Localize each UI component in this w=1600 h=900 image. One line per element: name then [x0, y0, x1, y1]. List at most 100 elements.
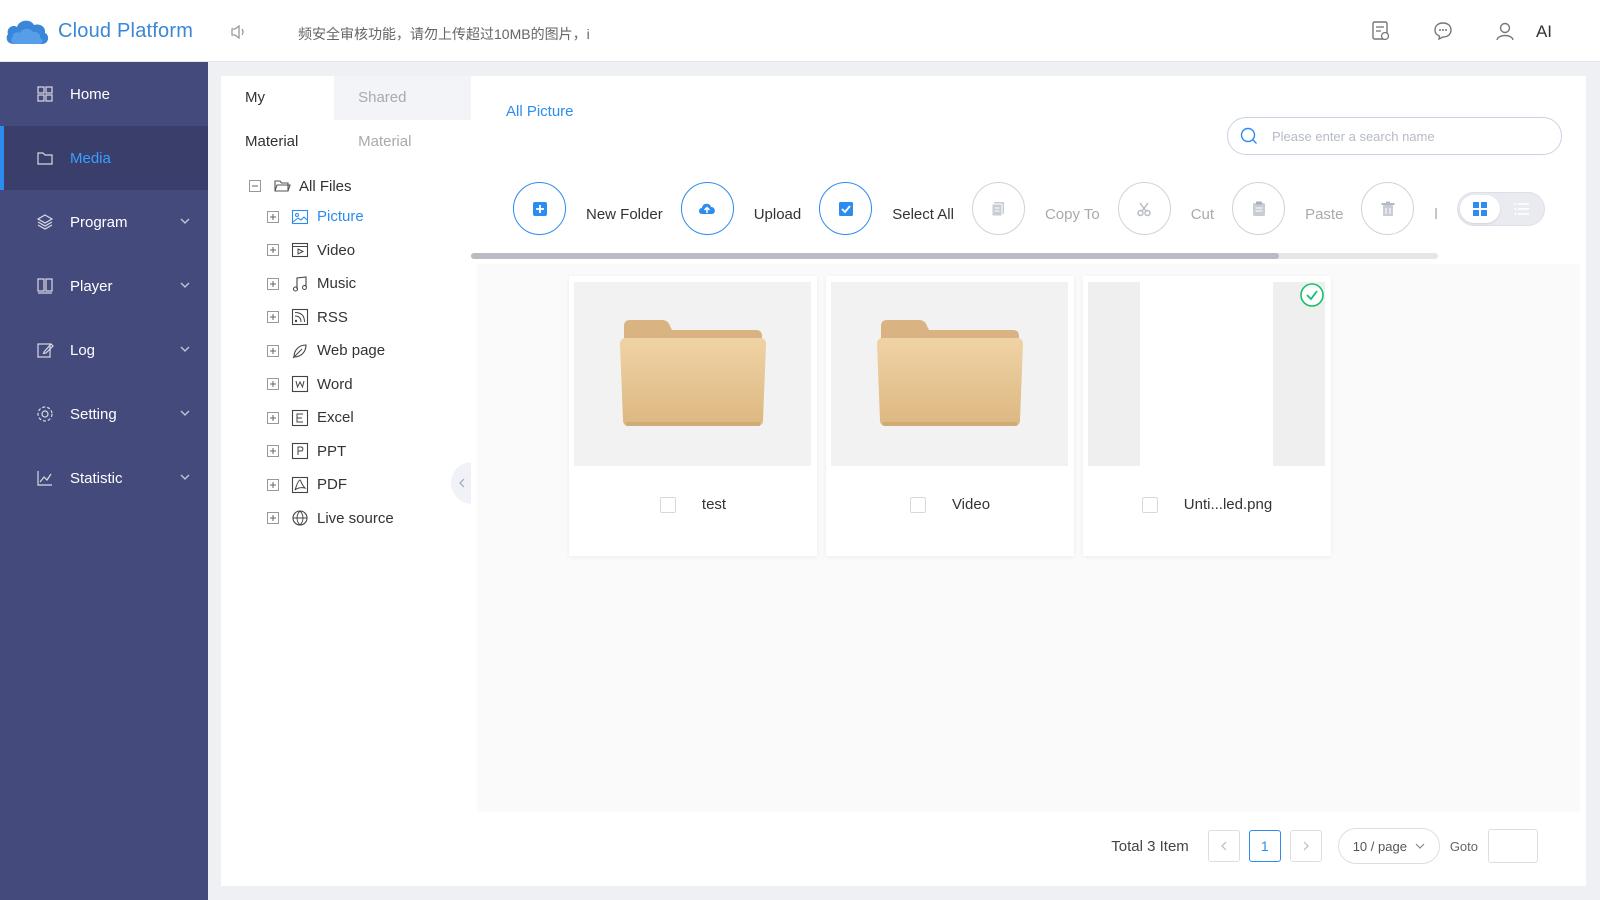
expand-icon[interactable] [267, 344, 279, 357]
expand-icon[interactable] [267, 210, 279, 223]
tree-node-label: RSS [317, 308, 348, 326]
speaker-icon [230, 24, 248, 40]
chevron-left-icon [459, 478, 465, 488]
top-header: Cloud Platform 频安全审核功能，请勿上传超过10MB的图片，i A… [0, 0, 1600, 62]
horizontal-scrollbar[interactable] [471, 253, 1438, 259]
expand-icon[interactable] [267, 378, 279, 391]
tree-node-label: PDF [317, 476, 347, 494]
tab-my-material[interactable]: My Material [221, 76, 335, 150]
main-panel: All Picture New Folder Upload Select All [471, 76, 1586, 886]
upload-circle[interactable] [680, 182, 734, 235]
collapse-icon[interactable] [249, 180, 261, 192]
message-icon[interactable] [1432, 20, 1454, 42]
select-all-button[interactable]: Select All [819, 182, 954, 235]
tree-root[interactable]: All Files [249, 172, 394, 200]
tree-node-live-source[interactable]: Live source [267, 502, 394, 536]
new-folder-button[interactable]: New Folder [513, 182, 663, 235]
search-box[interactable] [1227, 117, 1562, 155]
copy-to-button[interactable]: Copy To [971, 182, 1100, 235]
chevron-right-icon [1303, 841, 1309, 851]
card-thumbnail[interactable] [1088, 282, 1325, 466]
search-input[interactable] [1272, 128, 1532, 144]
sidebar-item-log[interactable]: Log [0, 318, 208, 382]
card-thumbnail[interactable] [831, 282, 1068, 466]
material-card-video[interactable]: Video [826, 276, 1074, 556]
sidebar-item-media[interactable]: Media [0, 126, 208, 190]
selected-check-icon[interactable] [1299, 282, 1325, 308]
sidebar-item-player[interactable]: Player [0, 254, 208, 318]
tree-node-label: Excel [317, 409, 354, 427]
user-name[interactable]: AI [1536, 22, 1552, 42]
sidebar-item-home[interactable]: Home [0, 62, 208, 126]
cut-label: Cut [1190, 206, 1215, 223]
card-name: test [701, 496, 727, 513]
tree-node-label: Word [317, 375, 353, 393]
card-checkbox[interactable] [909, 496, 926, 513]
paste-button[interactable]: Paste [1232, 182, 1343, 235]
tree-node-web-page[interactable]: Web page [267, 334, 394, 368]
expand-icon[interactable] [267, 478, 279, 491]
user-icon[interactable] [1494, 20, 1516, 42]
material-card-image[interactable]: Unti...led.png [1083, 276, 1331, 556]
tab-shared-material[interactable]: Shared Material [334, 76, 471, 150]
prev-page-button[interactable] [1207, 830, 1240, 862]
tree-node-label: Picture [317, 208, 364, 226]
pdf-icon [291, 476, 309, 493]
tree-node-video[interactable]: Video [267, 234, 394, 268]
live-source-icon [292, 510, 308, 526]
delete-circle[interactable] [1361, 182, 1415, 235]
grid-view-button[interactable] [1460, 195, 1500, 223]
report-icon[interactable] [1370, 20, 1392, 42]
expand-icon[interactable] [267, 277, 279, 290]
video-icon [291, 243, 309, 258]
scrollbar-thumb[interactable] [471, 253, 1279, 259]
card-thumbnail[interactable] [574, 282, 811, 466]
tree-node-rss[interactable]: RSS [267, 301, 394, 335]
delete-button[interactable]: l [1361, 182, 1438, 235]
sidebar-item-setting[interactable]: Setting [0, 382, 208, 446]
page-number-button[interactable]: 1 [1248, 830, 1281, 862]
home-icon [37, 86, 53, 102]
logo[interactable]: Cloud Platform [4, 16, 193, 46]
next-page-button[interactable] [1289, 830, 1322, 862]
cut-icon [1137, 202, 1151, 216]
tree-node-music[interactable]: Music [267, 267, 394, 301]
expand-icon[interactable] [267, 244, 279, 257]
tree-node-pdf[interactable]: PDF [267, 468, 394, 502]
expand-icon[interactable] [267, 411, 279, 424]
expand-icon[interactable] [267, 311, 279, 324]
tree-node-label: Video [317, 241, 356, 259]
breadcrumb[interactable]: All Picture [506, 103, 574, 120]
goto-page-input[interactable] [1488, 829, 1538, 863]
upload-button[interactable]: Upload [680, 182, 801, 235]
paste-circle[interactable] [1232, 182, 1286, 235]
music-icon [293, 276, 307, 292]
list-view-button[interactable] [1502, 195, 1542, 223]
tree-node-ppt[interactable]: PPT [267, 435, 394, 469]
card-footer: test [569, 496, 817, 513]
chevron-down-icon [180, 474, 190, 480]
cut-circle[interactable] [1117, 182, 1171, 235]
select-all-icon [838, 201, 853, 216]
sidebar-item-label: Player [70, 277, 113, 295]
cut-button[interactable]: Cut [1117, 182, 1215, 235]
notice-marquee: 频安全审核功能，请勿上传超过10MB的图片，i [298, 26, 590, 42]
material-card-test[interactable]: test [569, 276, 817, 556]
expand-icon[interactable] [267, 512, 279, 525]
new-folder-circle[interactable] [513, 182, 566, 235]
sidebar-item-statistic[interactable]: Statistic [0, 446, 208, 510]
tree-node-word[interactable]: Word [267, 368, 394, 402]
ppt-icon [291, 443, 309, 460]
player-icon [37, 278, 53, 294]
expand-icon[interactable] [267, 445, 279, 458]
card-checkbox[interactable] [1141, 496, 1158, 513]
page-size-select[interactable]: 10 / page [1337, 828, 1440, 864]
tree-node-picture[interactable]: Picture [267, 200, 394, 234]
material-tabs: My Material Shared Material [221, 76, 471, 150]
card-checkbox[interactable] [659, 496, 676, 513]
tree-node-excel[interactable]: Excel [267, 401, 394, 435]
select-all-circle[interactable] [819, 182, 873, 235]
grid-view-icon [1473, 202, 1487, 216]
copy-to-circle[interactable] [971, 182, 1025, 235]
sidebar-item-program[interactable]: Program [0, 190, 208, 254]
